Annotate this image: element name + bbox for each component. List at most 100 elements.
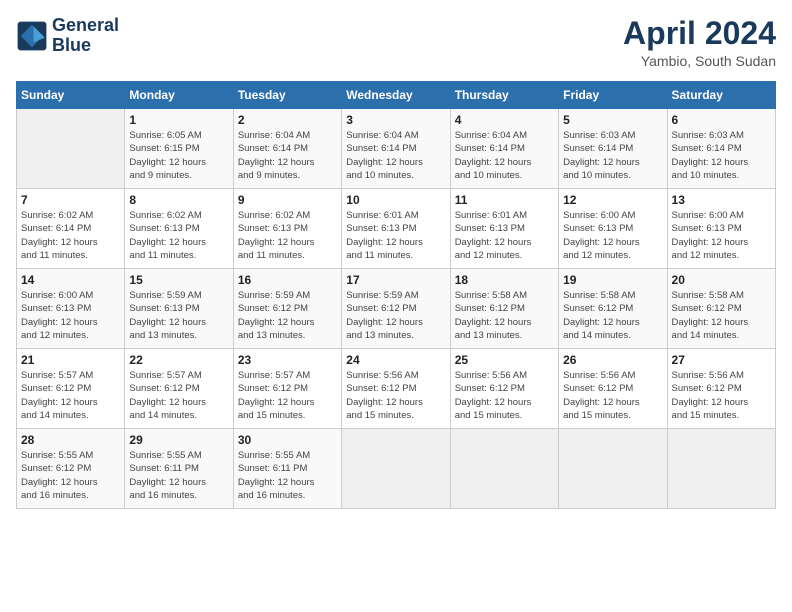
calendar-cell: 13 Sunrise: 6:00 AM Sunset: 6:13 PM Dayli… [667, 189, 775, 269]
weekday-header-sunday: Sunday [17, 82, 125, 109]
calendar-cell: 9 Sunrise: 6:02 AM Sunset: 6:13 PM Daylig… [233, 189, 341, 269]
day-number: 7 [21, 193, 120, 207]
calendar-cell [450, 429, 558, 509]
calendar-cell: 22 Sunrise: 5:57 AM Sunset: 6:12 PM Dayli… [125, 349, 233, 429]
day-info: Sunrise: 5:56 AM Sunset: 6:12 PM Dayligh… [455, 369, 554, 422]
calendar-cell: 1 Sunrise: 6:05 AM Sunset: 6:15 PM Daylig… [125, 109, 233, 189]
calendar-cell: 24 Sunrise: 5:56 AM Sunset: 6:12 PM Dayli… [342, 349, 450, 429]
day-number: 26 [563, 353, 662, 367]
calendar-cell: 3 Sunrise: 6:04 AM Sunset: 6:14 PM Daylig… [342, 109, 450, 189]
day-info: Sunrise: 6:05 AM Sunset: 6:15 PM Dayligh… [129, 129, 228, 182]
calendar-week-row: 21 Sunrise: 5:57 AM Sunset: 6:12 PM Dayli… [17, 349, 776, 429]
page-header: General Blue April 2024 Yambio, South Su… [16, 16, 776, 69]
calendar-week-row: 7 Sunrise: 6:02 AM Sunset: 6:14 PM Daylig… [17, 189, 776, 269]
day-info: Sunrise: 6:00 AM Sunset: 6:13 PM Dayligh… [672, 209, 771, 262]
day-info: Sunrise: 5:58 AM Sunset: 6:12 PM Dayligh… [672, 289, 771, 342]
calendar-cell: 2Sunrise: 6:04 AM Sunset: 6:14 PM Daylig… [233, 109, 341, 189]
calendar-cell: 25Sunrise: 5:56 AM Sunset: 6:12 PM Dayli… [450, 349, 558, 429]
day-number: 6 [672, 113, 771, 127]
day-number: 11 [455, 193, 554, 207]
calendar-cell: 16 Sunrise: 5:59 AM Sunset: 6:12 PM Dayli… [233, 269, 341, 349]
calendar-cell: 10 Sunrise: 6:01 AM Sunset: 6:13 PM Dayli… [342, 189, 450, 269]
month-title: April 2024 [623, 16, 776, 51]
day-number: 18 [455, 273, 554, 287]
calendar-cell: 20 Sunrise: 5:58 AM Sunset: 6:12 PM Dayli… [667, 269, 775, 349]
day-info: Sunrise: 6:02 AM Sunset: 6:13 PM Dayligh… [129, 209, 228, 262]
day-info: Sunrise: 6:02 AM Sunset: 6:14 PM Dayligh… [21, 209, 120, 262]
calendar-cell: 15Sunrise: 5:59 AM Sunset: 6:13 PM Dayli… [125, 269, 233, 349]
calendar-cell: 29 Sunrise: 5:55 AM Sunset: 6:11 PM Dayli… [125, 429, 233, 509]
day-number: 29 [129, 433, 228, 447]
day-info: Sunrise: 5:57 AM Sunset: 6:12 PM Dayligh… [129, 369, 228, 422]
calendar-cell: 19Sunrise: 5:58 AM Sunset: 6:12 PM Dayli… [559, 269, 667, 349]
day-number: 4 [455, 113, 554, 127]
day-number: 14 [21, 273, 120, 287]
day-info: Sunrise: 5:57 AM Sunset: 6:12 PM Dayligh… [21, 369, 120, 422]
day-number: 17 [346, 273, 445, 287]
day-info: Sunrise: 5:56 AM Sunset: 6:12 PM Dayligh… [346, 369, 445, 422]
day-info: Sunrise: 6:03 AM Sunset: 6:14 PM Dayligh… [563, 129, 662, 182]
weekday-header-monday: Monday [125, 82, 233, 109]
day-info: Sunrise: 6:00 AM Sunset: 6:13 PM Dayligh… [21, 289, 120, 342]
day-number: 10 [346, 193, 445, 207]
day-info: Sunrise: 5:58 AM Sunset: 6:12 PM Dayligh… [563, 289, 662, 342]
day-info: Sunrise: 5:55 AM Sunset: 6:11 PM Dayligh… [129, 449, 228, 502]
calendar-cell: 7 Sunrise: 6:02 AM Sunset: 6:14 PM Daylig… [17, 189, 125, 269]
day-number: 1 [129, 113, 228, 127]
weekday-header-thursday: Thursday [450, 82, 558, 109]
calendar-cell: 8Sunrise: 6:02 AM Sunset: 6:13 PM Daylig… [125, 189, 233, 269]
day-info: Sunrise: 6:00 AM Sunset: 6:13 PM Dayligh… [563, 209, 662, 262]
calendar-cell: 11Sunrise: 6:01 AM Sunset: 6:13 PM Dayli… [450, 189, 558, 269]
day-info: Sunrise: 5:55 AM Sunset: 6:11 PM Dayligh… [238, 449, 337, 502]
calendar-cell: 30Sunrise: 5:55 AM Sunset: 6:11 PM Dayli… [233, 429, 341, 509]
logo: General Blue [16, 16, 119, 56]
day-info: Sunrise: 5:56 AM Sunset: 6:12 PM Dayligh… [672, 369, 771, 422]
day-number: 9 [238, 193, 337, 207]
day-number: 5 [563, 113, 662, 127]
calendar-cell: 26 Sunrise: 5:56 AM Sunset: 6:12 PM Dayli… [559, 349, 667, 429]
day-info: Sunrise: 5:57 AM Sunset: 6:12 PM Dayligh… [238, 369, 337, 422]
day-info: Sunrise: 6:01 AM Sunset: 6:13 PM Dayligh… [346, 209, 445, 262]
logo-text: General Blue [52, 16, 119, 56]
calendar-cell [17, 109, 125, 189]
day-number: 24 [346, 353, 445, 367]
calendar-cell: 4 Sunrise: 6:04 AM Sunset: 6:14 PM Daylig… [450, 109, 558, 189]
calendar-cell: 21 Sunrise: 5:57 AM Sunset: 6:12 PM Dayli… [17, 349, 125, 429]
day-info: Sunrise: 6:02 AM Sunset: 6:13 PM Dayligh… [238, 209, 337, 262]
day-info: Sunrise: 5:55 AM Sunset: 6:12 PM Dayligh… [21, 449, 120, 502]
day-info: Sunrise: 5:56 AM Sunset: 6:12 PM Dayligh… [563, 369, 662, 422]
calendar-week-row: 1 Sunrise: 6:05 AM Sunset: 6:15 PM Daylig… [17, 109, 776, 189]
day-number: 22 [129, 353, 228, 367]
calendar-cell: 6 Sunrise: 6:03 AM Sunset: 6:14 PM Daylig… [667, 109, 775, 189]
day-info: Sunrise: 5:58 AM Sunset: 6:12 PM Dayligh… [455, 289, 554, 342]
day-info: Sunrise: 6:04 AM Sunset: 6:14 PM Dayligh… [346, 129, 445, 182]
calendar-cell: 14 Sunrise: 6:00 AM Sunset: 6:13 PM Dayli… [17, 269, 125, 349]
day-info: Sunrise: 6:04 AM Sunset: 6:14 PM Dayligh… [455, 129, 554, 182]
calendar-week-row: 14 Sunrise: 6:00 AM Sunset: 6:13 PM Dayli… [17, 269, 776, 349]
location-subtitle: Yambio, South Sudan [623, 53, 776, 69]
day-number: 2 [238, 113, 337, 127]
day-number: 16 [238, 273, 337, 287]
calendar-cell [667, 429, 775, 509]
calendar-cell: 18 Sunrise: 5:58 AM Sunset: 6:12 PM Dayli… [450, 269, 558, 349]
day-number: 27 [672, 353, 771, 367]
title-block: April 2024 Yambio, South Sudan [623, 16, 776, 69]
day-info: Sunrise: 5:59 AM Sunset: 6:13 PM Dayligh… [129, 289, 228, 342]
calendar-cell: 17 Sunrise: 5:59 AM Sunset: 6:12 PM Dayli… [342, 269, 450, 349]
calendar-cell: 12Sunrise: 6:00 AM Sunset: 6:13 PM Dayli… [559, 189, 667, 269]
calendar-cell: 27 Sunrise: 5:56 AM Sunset: 6:12 PM Dayli… [667, 349, 775, 429]
logo-icon [16, 20, 48, 52]
day-number: 13 [672, 193, 771, 207]
weekday-header-row: SundayMondayTuesdayWednesdayThursdayFrid… [17, 82, 776, 109]
day-number: 20 [672, 273, 771, 287]
calendar-week-row: 28Sunrise: 5:55 AM Sunset: 6:12 PM Dayli… [17, 429, 776, 509]
day-number: 3 [346, 113, 445, 127]
day-info: Sunrise: 6:03 AM Sunset: 6:14 PM Dayligh… [672, 129, 771, 182]
day-number: 21 [21, 353, 120, 367]
weekday-header-wednesday: Wednesday [342, 82, 450, 109]
calendar-cell [342, 429, 450, 509]
day-number: 23 [238, 353, 337, 367]
day-info: Sunrise: 5:59 AM Sunset: 6:12 PM Dayligh… [238, 289, 337, 342]
day-info: Sunrise: 5:59 AM Sunset: 6:12 PM Dayligh… [346, 289, 445, 342]
weekday-header-saturday: Saturday [667, 82, 775, 109]
